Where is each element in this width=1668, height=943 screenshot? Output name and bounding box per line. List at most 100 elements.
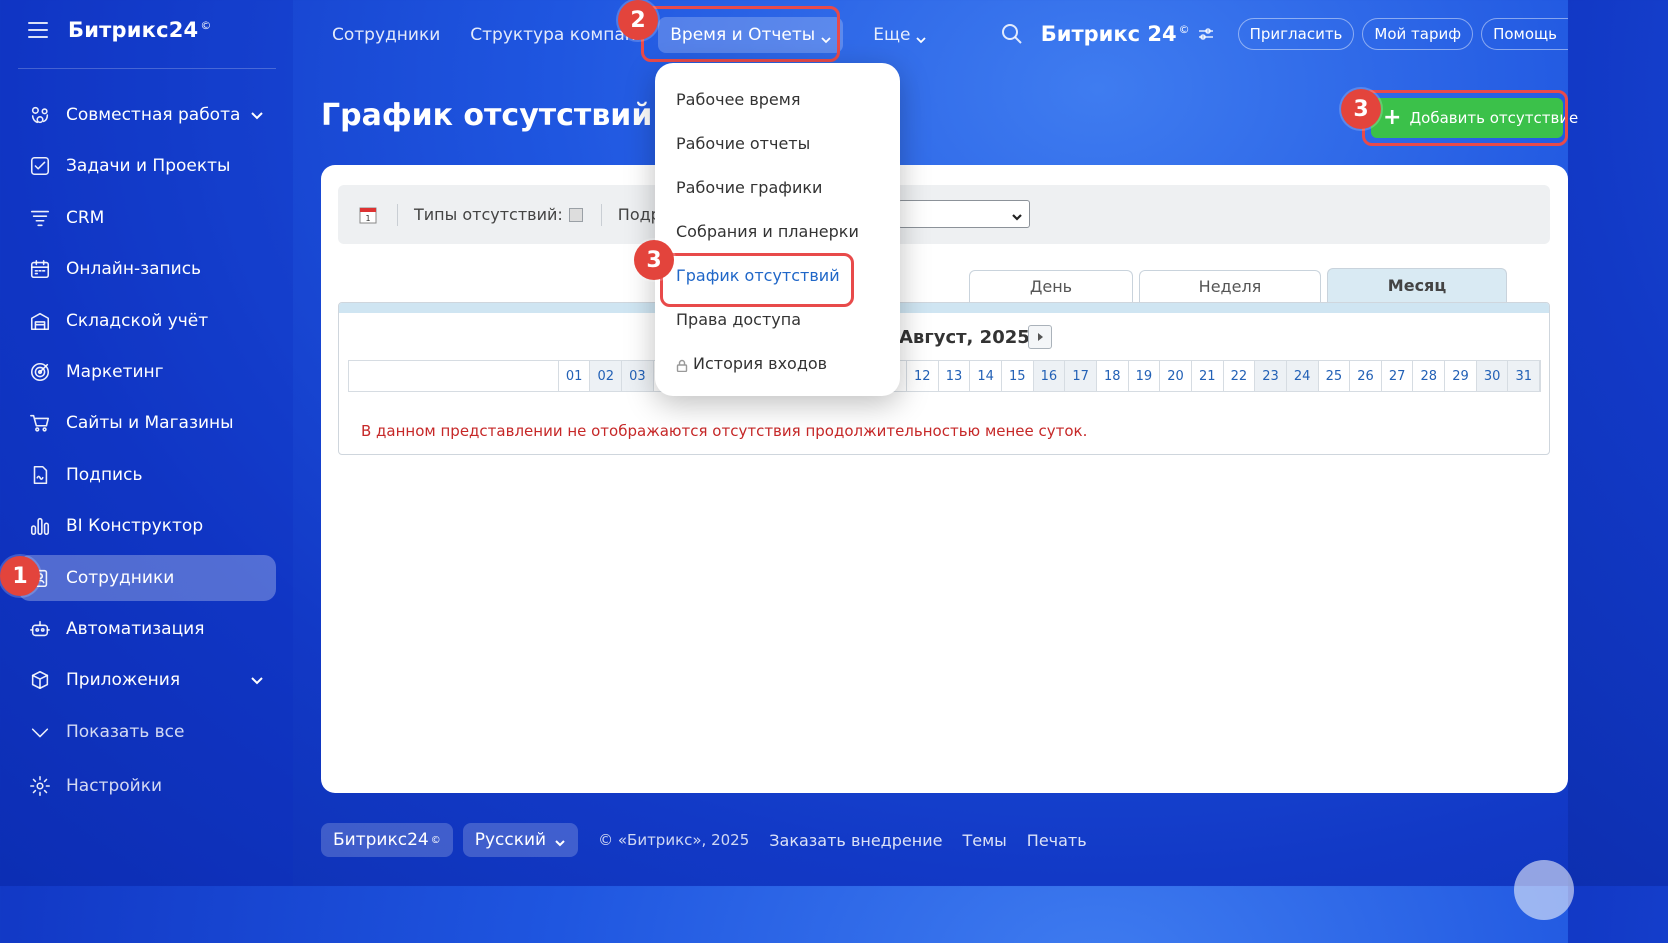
footer-link-themes[interactable]: Темы [962, 831, 1006, 850]
menu-item-work-reports[interactable]: Рабочие отчеты [676, 134, 810, 153]
menu-item-work-time[interactable]: Рабочее время [676, 90, 800, 109]
calendar-booking-icon [28, 257, 52, 281]
sidebar-item-collaboration[interactable]: Совместная работа [18, 92, 276, 138]
short-absence-notice: В данном представлении не отображаются о… [361, 422, 1088, 440]
tab-week[interactable]: Неделя [1139, 270, 1321, 302]
sidebar-item-label: Задачи и Проекты [66, 156, 231, 177]
calendar-icon[interactable]: 1 [359, 206, 377, 224]
copyright: © «Битрикс», 2025 [598, 831, 750, 849]
menu-item-meetings[interactable]: Собрания и планерки [676, 222, 859, 241]
top-nav-more[interactable]: Еще [873, 25, 927, 45]
day-cell: 22 [1224, 361, 1256, 391]
sidebar-item-label: Подпись [66, 464, 143, 485]
day-cell: 16 [1033, 361, 1066, 391]
sidebar-show-all[interactable]: Показать все [18, 709, 276, 755]
sidebar-item-settings[interactable]: Настройки [18, 763, 276, 809]
invite-button[interactable]: Пригласить [1237, 18, 1355, 50]
annotation-highlight-add-absence [1362, 90, 1568, 146]
sidebar-item-label: Сотрудники [66, 567, 175, 588]
day-cell: 28 [1413, 361, 1446, 391]
grid-header-bar [339, 303, 1549, 313]
my-plan-button[interactable]: Мой тариф [1362, 18, 1474, 50]
absence-types-label: Типы отсутствий: [414, 205, 583, 224]
chevron-down-icon [28, 720, 52, 744]
sidebar-item-label: Маркетинг [66, 361, 164, 382]
sidebar-header: Битрикс24 © [28, 18, 212, 42]
month-label: Август, 2025 [899, 327, 1030, 348]
footer-brand-button[interactable]: Битрикс24 © [321, 823, 453, 857]
footer-link-order[interactable]: Заказать внедрение [769, 831, 942, 850]
signature-icon [28, 463, 52, 487]
sidebar-item-signature[interactable]: Подпись [18, 452, 276, 498]
sidebar-item-label: CRM [66, 207, 105, 228]
day-cell: 20 [1160, 361, 1192, 391]
sidebar-item-marketing[interactable]: Маркетинг [18, 349, 276, 395]
day-cell: 18 [1097, 361, 1129, 391]
menu-item-access-rights[interactable]: Права доступа [676, 310, 801, 329]
warehouse-icon [28, 309, 52, 333]
day-cell: 17 [1065, 361, 1097, 391]
department-select[interactable] [898, 200, 1030, 228]
day-cell: 01 [559, 361, 591, 391]
sidebar: Битрикс24 © Совместная работа Задачи и Пр… [0, 0, 293, 886]
language-selector[interactable]: Русский [462, 823, 579, 857]
sidebar-item-label: Совместная работа [66, 105, 241, 125]
menu-item-login-history[interactable]: История входов [676, 354, 827, 373]
sidebar-item-label: Показать все [66, 721, 185, 742]
day-cell: 19 [1129, 361, 1161, 391]
day-cell: 13 [939, 361, 971, 391]
top-nav-structure[interactable]: Структура компании [470, 25, 638, 45]
top-nav-employees[interactable]: Сотрудники [332, 25, 440, 45]
lock-icon [676, 357, 688, 373]
menu-burger-icon[interactable] [28, 22, 48, 38]
chevron-down-icon[interactable] [250, 672, 264, 686]
robot-icon [28, 617, 52, 641]
sidebar-item-automation[interactable]: Автоматизация [18, 606, 276, 652]
next-month-button[interactable] [1028, 325, 1052, 349]
sidebar-item-apps[interactable]: Приложения [18, 657, 276, 703]
sidebar-item-sites[interactable]: Сайты и Магазины [18, 400, 276, 446]
tasks-checkbox-icon [28, 154, 52, 178]
annotation-badge-3: 3 [634, 240, 674, 280]
chevron-down-icon [554, 834, 566, 847]
sidebar-item-booking[interactable]: Онлайн-запись [18, 246, 276, 292]
help-button[interactable]: Помощь [1481, 18, 1568, 50]
day-cell: 03 [622, 361, 654, 391]
divider [600, 203, 602, 226]
day-cell: 31 [1508, 361, 1541, 391]
sidebar-nav: Совместная работа Задачи и Проекты CRM О… [18, 92, 276, 814]
days-header: 0102030405060708091011121314151617181920… [348, 360, 1541, 392]
day-cell: 23 [1255, 361, 1287, 391]
sliders-icon[interactable] [1198, 26, 1214, 42]
sidebar-item-label: Настройки [66, 775, 163, 796]
sidebar-item-label: BI Конструктор [66, 516, 204, 537]
search-icon[interactable] [1001, 23, 1023, 45]
chevron-down-icon [916, 30, 927, 44]
tab-day[interactable]: День [969, 270, 1133, 302]
collab-icon [28, 103, 52, 127]
sidebar-item-crm[interactable]: CRM [18, 195, 276, 241]
chat-widget-button[interactable] [1514, 860, 1574, 920]
sidebar-item-tasks[interactable]: Задачи и Проекты [18, 143, 276, 189]
svg-text:1: 1 [365, 214, 370, 223]
sidebar-item-label: Складской учёт [66, 310, 209, 331]
sidebar-item-warehouse[interactable]: Складской учёт [18, 298, 276, 344]
chevron-down-icon[interactable] [250, 107, 264, 121]
sidebar-item-employees[interactable]: Сотрудники [18, 554, 276, 601]
logo[interactable]: Битрикс24 © [68, 18, 212, 42]
day-cell: 15 [1002, 361, 1034, 391]
absence-types-checkbox[interactable] [568, 207, 583, 222]
annotation-highlight-time-reports [641, 6, 840, 62]
sidebar-item-bi[interactable]: BI Конструктор [18, 503, 276, 549]
footer-link-print[interactable]: Печать [1027, 831, 1087, 850]
sidebar-item-label: Сайты и Магазины [66, 413, 234, 434]
day-cell: 14 [970, 361, 1002, 391]
box-icon [28, 668, 52, 692]
employee-column-header [349, 361, 559, 391]
absence-grid: Август, 2025 010203040506070809101112131… [338, 302, 1550, 455]
tab-month[interactable]: Месяц [1327, 268, 1507, 302]
sidebar-item-label: Приложения [66, 670, 181, 691]
divider [397, 203, 398, 226]
menu-item-work-schedules[interactable]: Рабочие графики [676, 178, 822, 197]
header-brand[interactable]: Битрикс 24 © [1041, 22, 1190, 46]
